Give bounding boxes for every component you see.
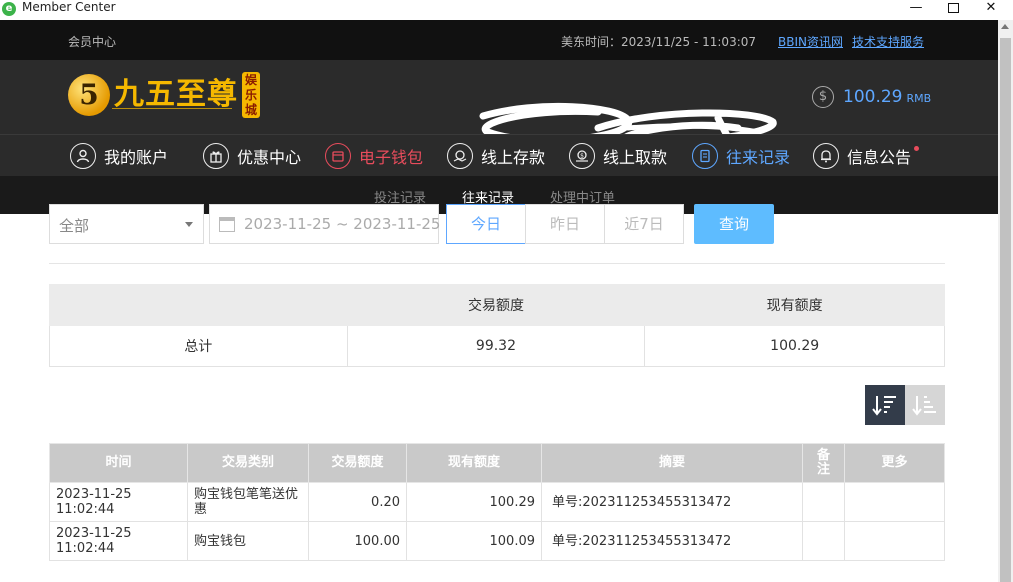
nav-item-transaction-records[interactable]: 往来记录 <box>692 141 790 171</box>
user-icon <box>70 143 96 169</box>
maximize-button[interactable] <box>938 0 968 20</box>
logo-emblem: 5 <box>68 74 110 116</box>
nav-item-label: 电子钱包 <box>359 148 424 167</box>
deposit-icon <box>447 143 473 169</box>
table-row: 2023-11-25 11:02:44 购宝钱包笔笔送优惠 0.20 100.2… <box>49 482 945 522</box>
cell-type: 购宝钱包 <box>187 521 309 561</box>
summary-header-cell <box>49 284 348 326</box>
type-select-value: 全部 <box>59 217 90 235</box>
breadcrumb[interactable]: 会员中心 <box>68 33 116 50</box>
logo-text: 九五至尊 <box>114 77 238 112</box>
cell-summary: 单号:202311253455313472 <box>541 521 803 561</box>
support-link[interactable]: 技术支持服务 <box>852 33 924 50</box>
divider <box>49 263 945 264</box>
logo-badge: 娱乐城 <box>242 72 260 118</box>
cell-type: 购宝钱包笔笔送优惠 <box>187 482 309 522</box>
summary-cell: 总计 <box>49 325 348 367</box>
records-header-row: 时间 交易类别 交易额度 现有额度 摘要 备注 更多 <box>49 443 945 483</box>
scroll-up-arrow-icon[interactable] <box>1001 24 1009 29</box>
header-remark: 备注 <box>802 443 845 483</box>
app-icon: e <box>2 2 16 16</box>
maximize-icon <box>947 3 959 13</box>
nav-item-promotions[interactable]: 优惠中心 <box>203 141 301 171</box>
table-row: 2023-11-25 11:02:44 购宝钱包 100.00 100.09 单… <box>49 521 945 561</box>
window-titlebar: e Member Center — ✕ <box>0 0 1013 20</box>
cell-more[interactable] <box>844 482 945 522</box>
bell-icon <box>813 143 839 169</box>
wallet-icon <box>325 143 351 169</box>
summary-total-row: 总计 99.32 100.29 <box>49 325 945 367</box>
quick-today-button[interactable]: 今日 <box>446 204 526 244</box>
sort-descending-button[interactable] <box>865 385 905 425</box>
type-select[interactable]: 全部 <box>49 204 204 244</box>
search-button[interactable]: 查询 <box>694 204 774 244</box>
nav-item-label: 信息公告 <box>847 144 920 168</box>
cell-balance: 100.29 <box>406 482 542 522</box>
summary-header-cell: 交易额度 <box>346 284 646 326</box>
cell-remark <box>802 482 845 522</box>
cell-time: 2023-11-25 11:02:44 <box>49 482 188 522</box>
header-time: 时间 <box>49 443 188 483</box>
top-info-bar: 会员中心 美东时间：2023/11/25 - 11:03:07 BBIN资讯网 … <box>0 20 998 60</box>
nav-item-label: 优惠中心 <box>237 148 302 167</box>
nav-item-label: 我的账户 <box>104 148 169 167</box>
cell-more[interactable] <box>844 521 945 561</box>
svg-text:$: $ <box>580 153 584 160</box>
scrollbar-thumb[interactable] <box>1000 38 1011 582</box>
summary-cell: 99.32 <box>346 325 646 367</box>
header-type: 交易类别 <box>187 443 309 483</box>
nav-item-my-account[interactable]: 我的账户 <box>70 141 168 171</box>
summary-cell: 100.29 <box>644 325 945 367</box>
records-table: 时间 交易类别 交易额度 现有额度 摘要 备注 更多 2023-11-25 11… <box>49 443 945 561</box>
nav-item-online-withdraw[interactable]: $ 线上取款 <box>569 141 667 171</box>
close-button[interactable]: ✕ <box>976 0 1006 20</box>
nav-item-e-wallet[interactable]: 电子钱包 <box>325 141 423 171</box>
nav-item-online-deposit[interactable]: 线上存款 <box>447 141 545 171</box>
summary-table: 交易额度 现有额度 总计 99.32 100.29 <box>49 284 945 367</box>
cell-balance: 100.09 <box>406 521 542 561</box>
cell-time: 2023-11-25 11:02:44 <box>49 521 188 561</box>
gift-icon <box>203 143 229 169</box>
nav-item-label-text: 信息公告 <box>847 148 912 167</box>
logo-flourish <box>112 108 232 114</box>
records-icon <box>692 143 718 169</box>
header-balance: 现有额度 <box>406 443 542 483</box>
eastern-time-clock: 美东时间：2023/11/25 - 11:03:07 <box>561 35 757 49</box>
balance-currency: RMB <box>906 92 932 105</box>
dollar-coin-icon: $ <box>812 86 834 108</box>
vertical-scrollbar[interactable] <box>998 20 1013 582</box>
chevron-down-icon <box>185 222 193 227</box>
quick-last7days-button[interactable]: 近7日 <box>604 204 684 244</box>
sort-ascending-button[interactable] <box>905 385 945 425</box>
news-link[interactable]: BBIN资讯网 <box>778 33 843 50</box>
date-range-input[interactable]: 2023-11-25 ~ 2023-11-25 <box>209 204 441 244</box>
summary-header-row: 交易额度 现有额度 <box>49 284 945 326</box>
window-title: Member Center <box>22 0 116 14</box>
nav-item-label: 线上存款 <box>481 148 546 167</box>
header-summary: 摘要 <box>541 443 803 483</box>
cell-amount: 100.00 <box>308 521 407 561</box>
sort-ascending-icon <box>912 396 936 416</box>
withdraw-icon: $ <box>569 143 595 169</box>
summary-header-cell: 现有额度 <box>644 284 945 326</box>
main-nav: 我的账户 优惠中心 电子钱包 线上存款 $ 线上取款 往来记录 信息公告 <box>0 134 998 176</box>
header-more: 更多 <box>844 443 945 483</box>
cell-remark <box>802 521 845 561</box>
quick-yesterday-button[interactable]: 昨日 <box>525 204 605 244</box>
sort-descending-icon <box>872 396 896 416</box>
unread-dot-icon <box>914 146 920 151</box>
date-range-value: 2023-11-25 ~ 2023-11-25 <box>244 215 441 233</box>
header-amount: 交易额度 <box>308 443 407 483</box>
nav-item-label: 往来记录 <box>726 148 791 167</box>
cell-amount: 0.20 <box>308 482 407 522</box>
calendar-icon <box>219 217 235 232</box>
nav-item-label: 线上取款 <box>603 148 668 167</box>
nav-item-announcements[interactable]: 信息公告 <box>813 141 920 171</box>
wallet-balance: $ 100.29 RMB <box>812 86 931 108</box>
cell-summary: 单号:202311253455313472 <box>541 482 803 522</box>
site-header: 5 九五至尊 娱乐城 $ 100.29 RMB <box>0 60 998 172</box>
balance-amount: 100.29 <box>843 87 903 107</box>
minimize-button[interactable]: — <box>901 0 931 20</box>
